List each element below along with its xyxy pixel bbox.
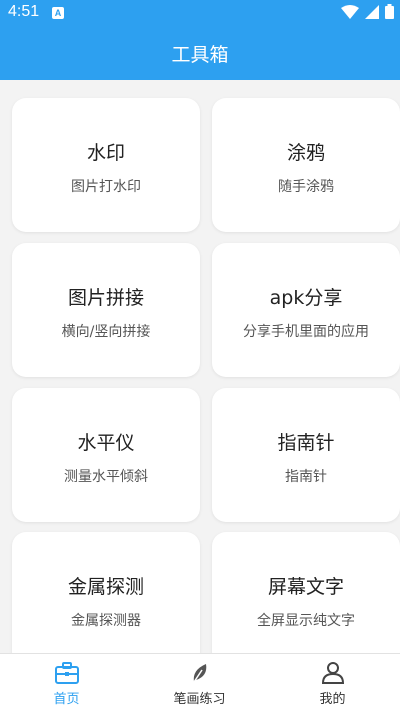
tool-title: 水印	[86, 142, 125, 164]
tool-card-screen-text[interactable]: 屏幕文字 全屏显示纯文字	[212, 532, 400, 666]
bottom-nav: 首页 笔画练习 我的	[0, 653, 400, 712]
notification-a-icon: A	[52, 7, 64, 19]
tool-subtitle: 随手涂鸦	[278, 179, 334, 195]
nav-stroke-practice[interactable]: 笔画练习	[133, 654, 266, 712]
nav-home[interactable]: 首页	[0, 654, 133, 712]
tool-subtitle: 测量水平倾斜	[64, 469, 148, 485]
tool-subtitle: 全屏显示纯文字	[257, 613, 355, 629]
tool-subtitle: 分享手机里面的应用	[243, 324, 369, 340]
tool-card-metal-detector[interactable]: 金属探测 金属探测器	[12, 532, 200, 666]
tool-title: 金属探测	[67, 576, 144, 598]
wifi-icon	[341, 4, 359, 19]
system-icons	[341, 4, 394, 19]
tool-title: 指南针	[277, 432, 335, 454]
tool-subtitle: 横向/竖向拼接	[61, 324, 151, 340]
app-bar: 4:51 A 工具箱	[0, 0, 400, 80]
nav-label: 笔画练习	[173, 692, 226, 707]
nav-label: 我的	[319, 692, 346, 707]
tool-card-image-stitch[interactable]: 图片拼接 横向/竖向拼接	[12, 243, 200, 377]
tool-card-level[interactable]: 水平仪 测量水平倾斜	[12, 388, 200, 522]
signal-icon	[365, 4, 379, 19]
leaf-icon	[192, 664, 206, 683]
tool-subtitle: 指南针	[285, 469, 327, 485]
toolbox-icon	[54, 662, 79, 684]
tool-card-apk-share[interactable]: apk分享 分享手机里面的应用	[212, 243, 400, 377]
tool-subtitle: 图片打水印	[71, 179, 141, 195]
tool-subtitle: 金属探测器	[71, 613, 141, 629]
tool-title: 图片拼接	[67, 287, 144, 309]
battery-icon	[385, 4, 394, 19]
tool-title: apk分享	[269, 287, 343, 309]
status-bar: 4:51 A	[0, 0, 400, 26]
page-title: 工具箱	[171, 44, 229, 66]
nav-mine[interactable]: 我的	[266, 654, 399, 712]
tool-card-compass[interactable]: 指南针 指南针	[212, 388, 400, 522]
person-icon	[321, 662, 344, 684]
nav-label: 首页	[53, 692, 80, 707]
tool-card-doodle[interactable]: 涂鸦 随手涂鸦	[212, 98, 400, 232]
tool-title: 涂鸦	[286, 142, 325, 164]
tool-title: 水平仪	[77, 432, 135, 454]
tool-card-watermark[interactable]: 水印 图片打水印	[12, 98, 200, 232]
status-time: 4:51	[8, 3, 40, 20]
tool-title: 屏幕文字	[267, 576, 344, 598]
